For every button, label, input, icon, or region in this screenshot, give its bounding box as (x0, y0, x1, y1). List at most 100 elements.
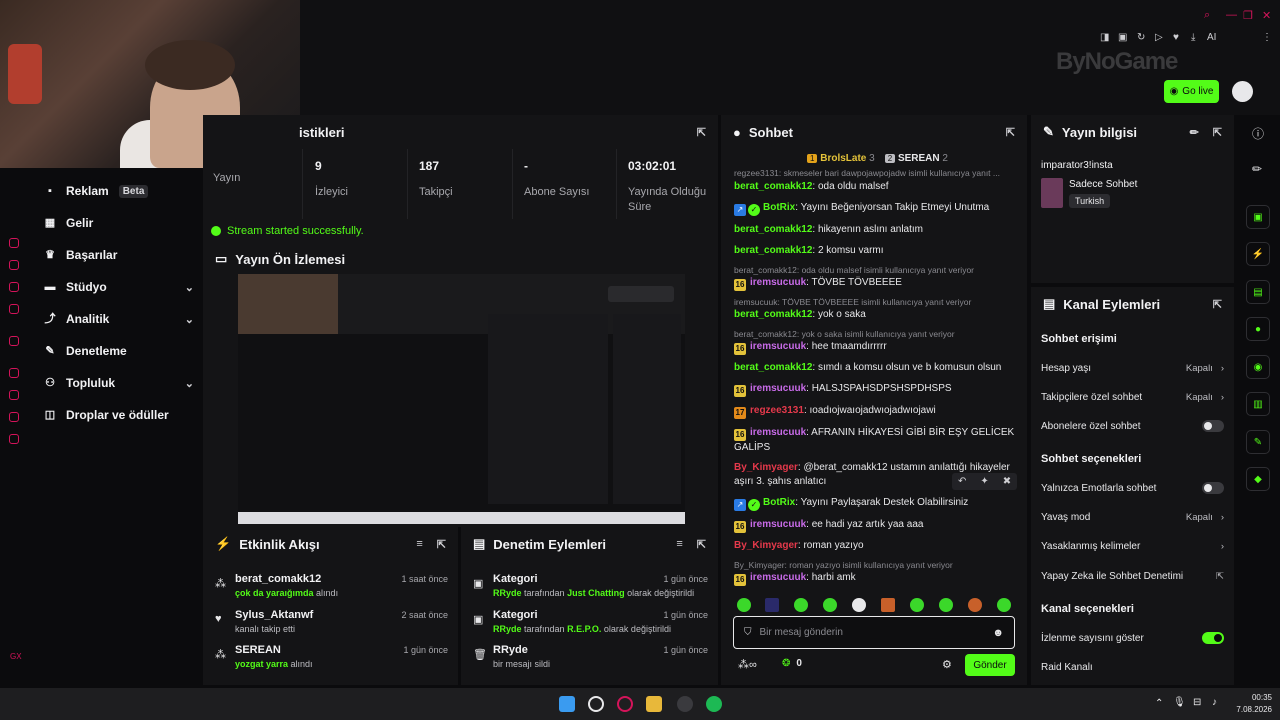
banned-words-row[interactable]: Yasaklanmış kelimeler › (1041, 535, 1224, 557)
sidebar-item-topluluk[interactable]: ⚇ Topluluk ⌄ (44, 372, 194, 394)
document-icon[interactable]: ▤ (1246, 280, 1270, 304)
chat-icon[interactable]: ● (1246, 317, 1270, 341)
check-icon (211, 226, 221, 236)
send-button[interactable]: Gönder (965, 654, 1015, 676)
chat-input[interactable] (759, 627, 985, 638)
show-viewers-toggle[interactable] (1202, 632, 1224, 644)
go-live-button[interactable]: ◉ Go live (1164, 80, 1219, 103)
messenger-icon[interactable] (9, 282, 19, 292)
delete-icon[interactable]: ✖ (1003, 476, 1011, 487)
info-icon[interactable]: ⓘ (1252, 125, 1264, 142)
clock-date[interactable]: 7.08.2026 (1228, 705, 1272, 714)
emote[interactable] (765, 598, 779, 612)
settings-icon[interactable] (9, 434, 19, 444)
opera-gx-icon[interactable] (617, 696, 633, 712)
mail-icon[interactable] (9, 304, 19, 314)
activity-title: Etkinlik Akışı (239, 536, 320, 552)
logo-icon[interactable]: ◆ (1246, 467, 1270, 491)
heart-icon[interactable]: ♥ (1173, 32, 1179, 43)
reply-icon[interactable]: ↶ (958, 476, 966, 487)
gear-icon[interactable]: ⚙ (942, 658, 952, 671)
edit-icon[interactable]: ✏ (1252, 162, 1262, 176)
history-icon[interactable] (9, 390, 19, 400)
popout-icon[interactable]: ⇱ (697, 126, 706, 139)
sidebar-item-gelir[interactable]: ▦ Gelir (44, 212, 194, 234)
chat-input-box: ⛉ ☻ (733, 616, 1015, 649)
broadcast-icon[interactable]: ◉ (1246, 355, 1270, 379)
ai-moderation-row[interactable]: Yapay Zeka ile Sohbet Denetimi ⇱ (1041, 565, 1224, 587)
search-icon[interactable]: ⌕ (1204, 9, 1210, 22)
close-icon[interactable]: ✕ (1262, 9, 1271, 22)
filter-icon[interactable]: ≡ (676, 538, 682, 551)
chevron-up-icon[interactable]: ⌃ (1155, 698, 1163, 709)
channel-points[interactable]: ❂ 0 (782, 658, 802, 669)
minimize-icon[interactable]: — (1226, 9, 1237, 21)
emoji-icon[interactable]: ☻ (992, 627, 1004, 639)
followers-only-row[interactable]: Takipçilere özel sohbet Kapalı › (1041, 386, 1224, 408)
search-icon[interactable] (588, 696, 604, 712)
menu-icon[interactable]: ⋮ (1262, 32, 1272, 43)
speed-dial-icon[interactable] (9, 238, 19, 248)
sidebar-item-analitik[interactable]: ⤴ Analitik ⌄ (44, 308, 195, 330)
player-icon[interactable] (9, 368, 19, 378)
folder-icon[interactable] (646, 696, 662, 712)
filter-icon[interactable]: ≡ (416, 538, 422, 551)
sidebar-item-droplar[interactable]: ◫ Droplar ve ödüller (44, 404, 194, 426)
layout-icon[interactable]: ▥ (1246, 392, 1270, 416)
maximize-icon[interactable]: ❐ (1243, 9, 1253, 22)
sidebar-item-studyo[interactable]: ▬ Stüdyo ⌄ (44, 276, 195, 298)
emote-only-toggle[interactable] (1202, 482, 1224, 494)
popout-icon[interactable]: ⇱ (697, 538, 706, 551)
emote[interactable] (939, 598, 953, 612)
shield-icon: ⛉ (744, 627, 752, 638)
clock-time[interactable]: 00:35 (1238, 693, 1272, 702)
account-age-row[interactable]: Hesap yaşı Kapalı › (1041, 357, 1224, 379)
spotify-icon[interactable] (706, 696, 722, 712)
lightning-icon[interactable]: ⚡ (1246, 242, 1270, 266)
slow-mode-row[interactable]: Yavaş mod Kapalı › (1041, 506, 1224, 528)
screen-icon[interactable]: ▣ (1246, 205, 1270, 229)
emote[interactable] (997, 598, 1011, 612)
chat-message: berat_comakk12: oda oldu malsef (734, 181, 889, 192)
emote[interactable] (881, 598, 895, 612)
pin-icon[interactable]: ✦ (980, 476, 988, 487)
emote[interactable] (823, 598, 837, 612)
emote[interactable] (910, 598, 924, 612)
channel-options-title: Kanal seçenekleri (1041, 603, 1134, 615)
subs-only-toggle[interactable] (1202, 420, 1224, 432)
popout-icon[interactable]: ⇱ (437, 538, 446, 551)
sidebar-item-denetleme[interactable]: ✎ Denetleme (44, 340, 194, 362)
sidebar-item-basarilar[interactable]: ♛ Başarılar (44, 244, 194, 266)
obs-icon[interactable] (677, 696, 693, 712)
stat-uptime: 03:02:01 Yayında Olduğu Süre (618, 149, 718, 219)
avatar[interactable] (1232, 81, 1253, 102)
trash-icon: 🗑 (473, 649, 487, 661)
bag-icon[interactable] (9, 260, 19, 270)
raid-row[interactable]: Raid Kanalı (1041, 656, 1224, 678)
wrench-icon[interactable]: ✎ (1246, 430, 1270, 454)
ai-icon[interactable]: AI (1207, 32, 1216, 43)
windows-start-icon[interactable] (559, 696, 575, 712)
emote[interactable] (852, 598, 866, 612)
emote[interactable] (968, 598, 982, 612)
activity-user[interactable]: Sylus_Aktanwf (235, 609, 313, 621)
mod-actions-panel: ▤ Denetim Eylemleri ≡ ⇱ ▣ Kategori 1 gün … (461, 527, 718, 685)
mic-icon[interactable]: 🎙 (1173, 697, 1186, 708)
activity-user[interactable]: berat_comakk12 (235, 573, 321, 585)
infinity-icon[interactable]: ⁂∞ (738, 658, 757, 671)
activity-user[interactable]: SEREAN (235, 644, 281, 656)
emote[interactable] (794, 598, 808, 612)
clock-icon[interactable] (9, 412, 19, 422)
sidebar-item-reklam[interactable]: ▪ Reklam Beta (44, 180, 194, 202)
mod-action-title: Kategori (493, 573, 538, 585)
twitch-icon[interactable] (9, 336, 19, 346)
edit-icon[interactable]: ✏ (1190, 126, 1199, 139)
stream-preview-video[interactable] (238, 274, 685, 524)
volume-icon[interactable]: ♪ (1212, 697, 1217, 708)
popout-icon[interactable]: ⇱ (1213, 298, 1222, 311)
popout-icon[interactable]: ⇱ (1213, 126, 1222, 139)
category-name[interactable]: Sadece Sohbet (1069, 179, 1137, 190)
download-icon[interactable]: ⤓ (1191, 32, 1195, 43)
network-icon[interactable]: ⊟ (1193, 697, 1201, 708)
emote[interactable] (737, 598, 751, 612)
